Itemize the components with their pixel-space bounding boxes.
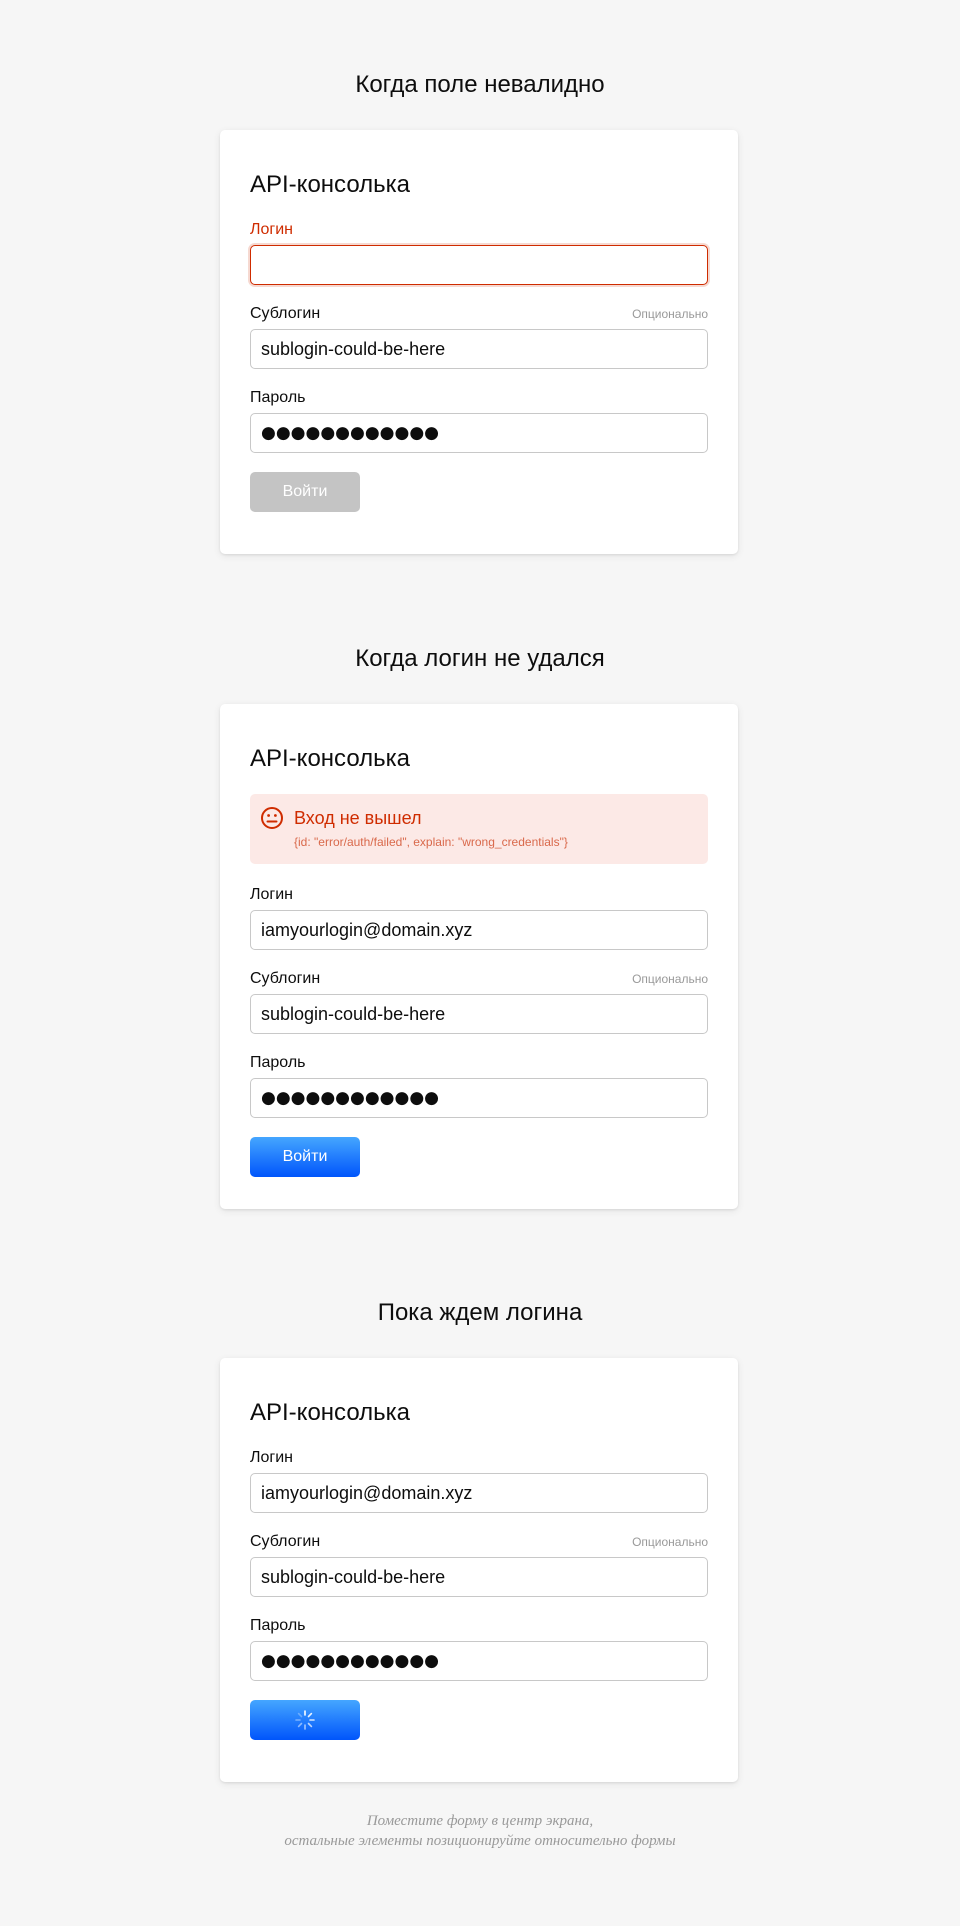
footer-note-line-2: остальные элементы позиционируйте относи… [284,1833,676,1849]
sublogin-input[interactable] [250,994,708,1034]
password-label: Пароль [250,389,306,406]
login-label: Логин [250,1449,294,1466]
spinner-icon [295,1710,315,1730]
footer-note-line-1: Поместите форму в центр экрана, [366,1813,594,1829]
login-field: Логин [250,1448,708,1513]
password-label: Пароль [250,1054,306,1071]
card-title: API-консолька [250,745,411,772]
sublogin-label: Сублогин [250,305,321,322]
password-input[interactable] [250,1641,708,1681]
sublogin-input[interactable] [250,1557,708,1597]
login-input[interactable] [250,1473,708,1513]
sublogin-field: Сублогин Опционально [250,304,708,369]
section-heading-loading: Пока ждем логина [377,1299,583,1326]
sublogin-label: Сублогин [250,1533,321,1550]
sublogin-label: Сублогин [250,970,321,987]
login-label: Логин [250,221,294,238]
error-title: Вход не вышел [294,808,422,828]
section-heading-invalid: Когда поле невалидно [355,71,605,98]
card-title: API-консолька [250,171,411,198]
error-alert: Вход не вышел {id: "error/auth/failed", … [250,794,708,864]
login-field: Логин [250,220,708,285]
optional-hint: Опционально [632,307,708,321]
optional-hint: Опционально [632,972,708,986]
password-input[interactable] [250,413,708,453]
neutral-face-icon [261,807,283,829]
login-card-invalid: API-консолька Логин Сублогин Опционально… [220,130,738,554]
password-field: Пароль [250,388,708,453]
optional-hint: Опционально [632,1535,708,1549]
password-input[interactable] [250,1078,708,1118]
error-detail: {id: "error/auth/failed", explain: "wron… [294,835,568,849]
login-card-loading: API-консолька Логин Сублогин Опционально… [220,1358,738,1782]
login-button-disabled[interactable]: Войти [250,472,360,512]
login-card-failed: API-консолька Вход не вышел {id: "error/… [220,704,738,1209]
login-input[interactable] [250,910,708,950]
login-field: Логин [250,885,708,950]
password-label: Пароль [250,1617,306,1634]
footer-note: Поместите форму в центр экрана, остальны… [0,1811,960,1851]
sublogin-field: Сублогин Опционально [250,969,708,1034]
login-button-loading[interactable] [250,1700,360,1740]
error-text: Вход не вышел {id: "error/auth/failed", … [294,806,568,854]
login-label: Логин [250,886,294,903]
sublogin-field: Сублогин Опционально [250,1532,708,1597]
password-field: Пароль [250,1053,708,1118]
login-button[interactable]: Войти [250,1137,360,1177]
login-input[interactable] [250,245,708,285]
sublogin-input[interactable] [250,329,708,369]
card-title: API-консолька [250,1399,411,1426]
password-field: Пароль [250,1616,708,1681]
section-heading-failed: Когда логин не удался [355,645,605,672]
